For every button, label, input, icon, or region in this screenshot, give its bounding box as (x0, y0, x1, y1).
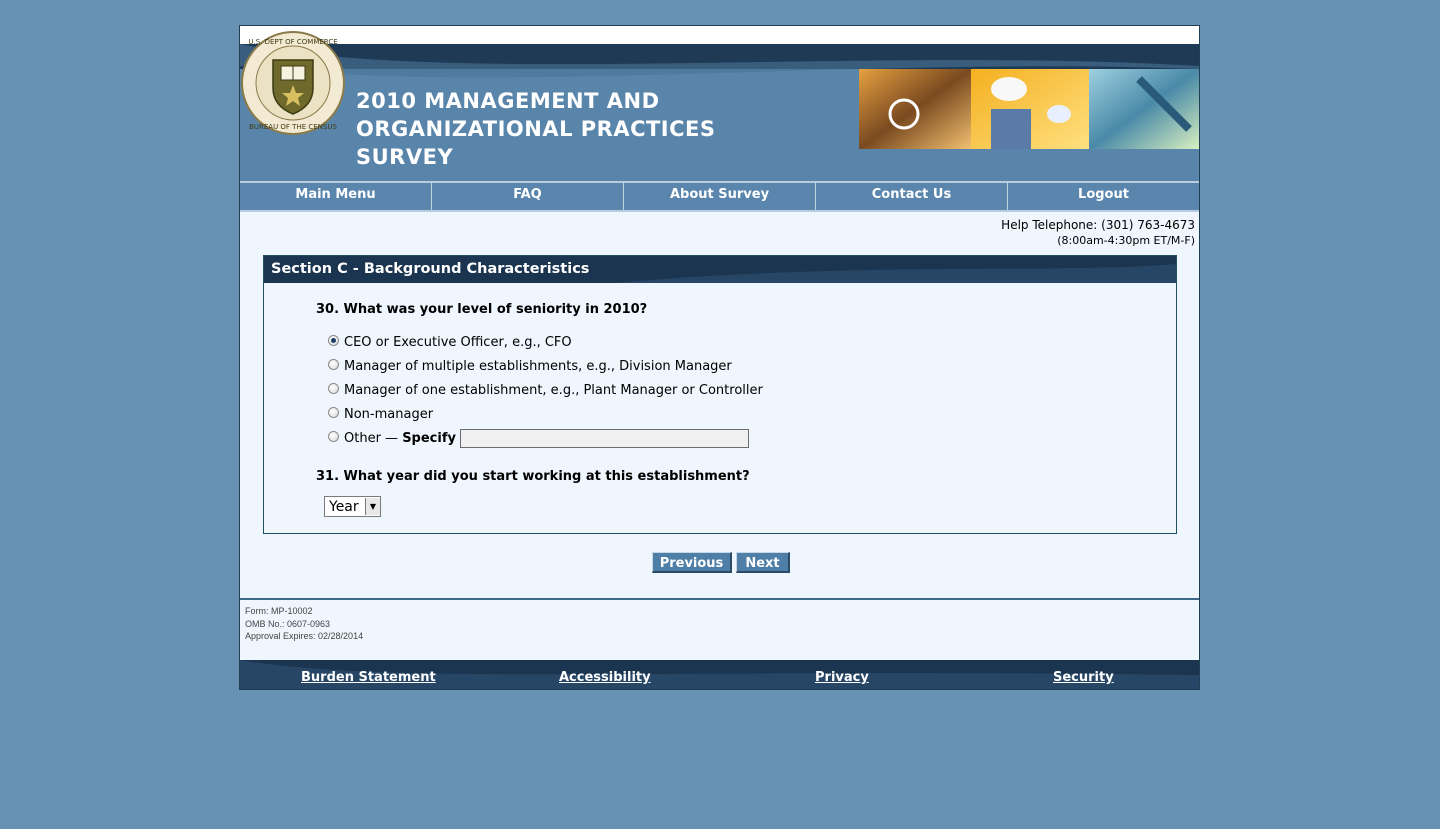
option-other[interactable]: Other — Specify (328, 429, 749, 448)
radio-multi-manager[interactable] (328, 359, 339, 370)
option-ceo[interactable]: CEO or Executive Officer, e.g., CFO (328, 335, 572, 350)
question-30: 30. What was your level of seniority in … (316, 302, 648, 317)
footer: Burden Statement Accessibility Privacy S… (240, 660, 1199, 689)
section-title: Section C - Background Characteristics (271, 261, 590, 277)
option-non-manager-label: Non-manager (344, 407, 434, 422)
specify-label: Specify (402, 431, 456, 446)
radio-other[interactable] (328, 431, 339, 442)
year-select[interactable]: Year ▼ (324, 496, 381, 517)
radio-non-manager[interactable] (328, 407, 339, 418)
section-c-panel: Section C - Background Characteristics 3… (263, 255, 1177, 534)
help-hours: (8:00am-4:30pm ET/M-F) (1057, 234, 1195, 247)
survey-page: U.S. DEPT OF COMMERCE BUREAU OF THE CENS… (239, 25, 1200, 690)
specify-input[interactable] (459, 429, 749, 448)
main-nav: Main Menu FAQ About Survey Contact Us Lo… (240, 181, 1199, 212)
survey-title: 2010 MANAGEMENT AND ORGANIZATIONAL PRACT… (356, 87, 776, 171)
option-single-manager[interactable]: Manager of one establishment, e.g., Plan… (328, 383, 763, 398)
previous-button[interactable]: Previous (652, 552, 732, 573)
form-number: Form: MP-10002 (245, 606, 313, 616)
footer-divider (240, 598, 1199, 600)
option-single-manager-label: Manager of one establishment, e.g., Plan… (344, 383, 763, 398)
chevron-down-icon[interactable]: ▼ (365, 498, 380, 515)
nav-contact-us[interactable]: Contact Us (815, 183, 1007, 210)
option-other-label: Other — (344, 431, 403, 446)
title-line-1: 2010 MANAGEMENT AND (356, 89, 660, 113)
header-photo-collage (859, 69, 1199, 149)
footer-link-security[interactable]: Security (1053, 670, 1114, 685)
svg-text:U.S. DEPT OF COMMERCE: U.S. DEPT OF COMMERCE (248, 38, 337, 46)
title-line-3: SURVEY (356, 145, 454, 169)
title-line-2: ORGANIZATIONAL PRACTICES (356, 117, 716, 141)
nav-logout[interactable]: Logout (1007, 183, 1199, 210)
section-header: Section C - Background Characteristics (264, 256, 1176, 283)
omb-number: OMB No.: 0607-0963 (245, 618, 331, 629)
nav-about-survey[interactable]: About Survey (623, 183, 815, 210)
option-ceo-label: CEO or Executive Officer, e.g., CFO (344, 335, 572, 350)
question-31: 31. What year did you start working at t… (316, 469, 750, 484)
help-info: Help Telephone: (301) 763-4673 (8:00am-4… (1001, 218, 1195, 248)
nav-main-menu[interactable]: Main Menu (240, 183, 431, 210)
radio-single-manager[interactable] (328, 383, 339, 394)
footer-link-burden-statement[interactable]: Burden Statement (301, 670, 436, 685)
approval-expires: Approval Expires: 02/28/2014 (245, 631, 364, 641)
radio-ceo[interactable] (328, 335, 339, 346)
svg-text:BUREAU OF THE CENSUS: BUREAU OF THE CENSUS (249, 123, 337, 131)
option-multi-manager-label: Manager of multiple establishments, e.g.… (344, 359, 732, 374)
footer-link-accessibility[interactable]: Accessibility (559, 670, 651, 685)
form-info: Form: MP-10002 OMB No.: 0607-0963 Approv… (245, 605, 363, 643)
next-button[interactable]: Next (736, 552, 790, 573)
option-non-manager[interactable]: Non-manager (328, 407, 433, 422)
header: U.S. DEPT OF COMMERCE BUREAU OF THE CENS… (240, 26, 1199, 181)
help-telephone: Help Telephone: (301) 763-4673 (1001, 218, 1195, 232)
census-seal-logo: U.S. DEPT OF COMMERCE BUREAU OF THE CENS… (241, 31, 345, 135)
year-select-value: Year (329, 498, 359, 515)
nav-faq[interactable]: FAQ (431, 183, 623, 210)
footer-link-privacy[interactable]: Privacy (815, 670, 869, 685)
option-multi-manager[interactable]: Manager of multiple establishments, e.g.… (328, 359, 732, 374)
